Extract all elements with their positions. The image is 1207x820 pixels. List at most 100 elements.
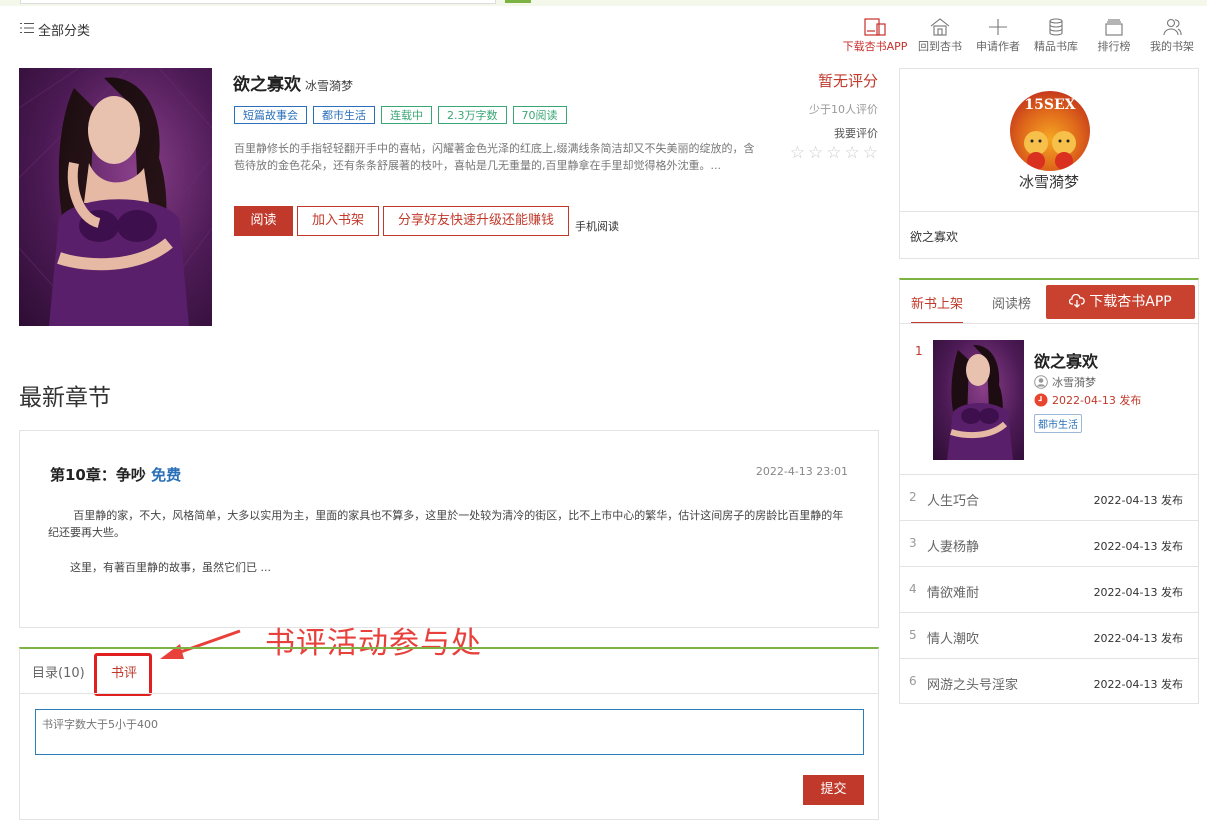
- author-book-link[interactable]: 欲之寡欢: [910, 228, 958, 245]
- tab-catalog[interactable]: 目录(10): [32, 662, 85, 681]
- rank-item-date: 2022-04-13 发布: [1093, 586, 1183, 599]
- rank-book-author: 冰雪漪梦: [1034, 374, 1096, 390]
- rank-list-item[interactable]: 3 人妻杨静 2022-04-13 发布: [900, 520, 1198, 566]
- home-icon: [930, 18, 950, 36]
- catalog-review-panel: 目录(10) 书评 提交: [19, 647, 879, 820]
- clock-icon: [1034, 393, 1048, 407]
- category-menu-label: 全部分类: [38, 24, 91, 39]
- rank-item-title: 人妻杨静: [927, 540, 980, 555]
- rank-number: 4: [909, 582, 917, 596]
- tag-category[interactable]: 短篇故事会: [234, 106, 307, 124]
- rank-number: 6: [909, 674, 917, 688]
- rank-item-date: 2022-04-13 发布: [1093, 678, 1183, 691]
- rank-book-title[interactable]: 欲之寡欢: [1034, 348, 1098, 372]
- submit-review-button[interactable]: 提交: [803, 775, 864, 805]
- nav-home[interactable]: 回到杏书: [911, 18, 969, 54]
- latest-chapters-heading: 最新章节: [19, 385, 111, 411]
- rank-item-title: 情人潮吹: [927, 632, 980, 647]
- book-description: 百里静修长的手指轻轻翻开手中的喜帖，闪耀著金色光泽的红底上,缀满线条简洁却又不失…: [234, 142, 755, 172]
- tag-genre[interactable]: 都市生活: [313, 106, 375, 124]
- rank-book-cover[interactable]: [933, 340, 1024, 460]
- nav-home-label: 回到杏书: [918, 40, 962, 53]
- rate-link[interactable]: 我要评价: [790, 125, 878, 141]
- star-icon[interactable]: ☆: [845, 145, 860, 162]
- menu-list-icon: [20, 22, 34, 38]
- nav-download-app-label: 下载杏书APP: [842, 40, 908, 53]
- annotation-highlight-box: [94, 653, 152, 696]
- share-button[interactable]: 分享好友快速升级还能赚钱: [383, 206, 570, 236]
- download-app-label: 下载杏书APP: [1089, 294, 1172, 310]
- nav-apply-author[interactable]: 申请作者: [969, 18, 1027, 54]
- divider: [900, 323, 1198, 324]
- cloud-download-icon: [1069, 293, 1086, 308]
- author-avatar[interactable]: 15SEX: [1010, 91, 1090, 171]
- rank-list-item[interactable]: 4 情欲难耐 2022-04-13 发布: [900, 566, 1198, 612]
- nav-library[interactable]: 精品书库: [1027, 18, 1085, 54]
- rank-item-date: 2022-04-13 发布: [1093, 494, 1183, 507]
- users-icon: [1163, 18, 1182, 36]
- plus-icon: [989, 19, 1007, 35]
- nav-bookshelf[interactable]: 我的书架: [1143, 18, 1201, 54]
- book-actions: 阅读 加入书架 分享好友快速升级还能赚钱 手机阅读: [234, 206, 619, 236]
- review-input[interactable]: [35, 709, 864, 755]
- tablet-icon: [864, 18, 886, 36]
- chapter-excerpt: 百里静的家，不大，风格简单，大多以实用为主，里面的家具也不算多，这里於一处较为清…: [48, 507, 848, 594]
- nav-ranking[interactable]: 排行榜: [1085, 18, 1143, 54]
- rating-count: 少于10人评价: [809, 103, 878, 116]
- chapter-paragraph: 这里，有著百里静的故事，虽然它们已 ...: [70, 561, 271, 574]
- rating-panel: 暂无评分 少于10人评价 我要评价 ☆ ☆ ☆ ☆ ☆: [790, 70, 878, 162]
- chapter-title[interactable]: 第10章：争吵 免费: [50, 464, 181, 485]
- chapter-time: 2022-4-13 23:01: [755, 465, 848, 478]
- search-button[interactable]: [505, 0, 531, 3]
- rating-stars: ☆ ☆ ☆ ☆ ☆: [790, 145, 878, 162]
- star-icon[interactable]: ☆: [826, 145, 841, 162]
- tab-new-books[interactable]: 新书上架: [911, 293, 964, 324]
- author-name[interactable]: 冰雪漪梦: [900, 171, 1198, 192]
- rank-item-title: 人生巧合: [927, 494, 980, 509]
- rank-list-item[interactable]: 2 人生巧合 2022-04-13 发布: [900, 474, 1198, 520]
- book-title: 欲之寡欢 冰雪漪梦: [233, 70, 353, 95]
- rank-list-item[interactable]: 5 情人潮吹 2022-04-13 发布: [900, 612, 1198, 658]
- nav-library-label: 精品书库: [1034, 40, 1078, 53]
- user-icon: [1034, 375, 1048, 389]
- book-cover-image[interactable]: [19, 68, 212, 326]
- star-icon[interactable]: ☆: [863, 145, 878, 162]
- new-books-ranking: 新书上架 阅读榜 下载杏书APP 1 欲之寡欢 冰雪漪梦 2022-04-13 …: [899, 278, 1199, 704]
- rank-book-tag[interactable]: 都市生活: [1034, 414, 1082, 433]
- rank-book-date: 2022-04-13 发布: [1034, 392, 1141, 408]
- rank-book-date-text: 2022-04-13 发布: [1052, 394, 1142, 407]
- star-icon[interactable]: ☆: [808, 145, 823, 162]
- tab-read-ranking[interactable]: 阅读榜: [992, 293, 1031, 312]
- author-card: 15SEX 冰雪漪梦 欲之寡欢: [899, 68, 1199, 259]
- rank-number: 3: [909, 536, 917, 550]
- book-tags: 短篇故事会 都市生活 连载中 2.3万字数 70阅读: [234, 106, 567, 124]
- add-to-shelf-button[interactable]: 加入书架: [297, 206, 380, 236]
- rank-number: 5: [909, 628, 917, 642]
- rank-number: 2: [909, 490, 917, 504]
- read-button[interactable]: 阅读: [234, 206, 293, 236]
- star-icon[interactable]: ☆: [790, 145, 805, 162]
- nav-download-app[interactable]: 下载杏书APP: [839, 18, 911, 54]
- divider: [20, 693, 878, 694]
- nav-bookshelf-label: 我的书架: [1150, 40, 1194, 53]
- rank-list-item[interactable]: 6 网游之头号淫家 2022-04-13 发布: [900, 658, 1198, 704]
- divider: [900, 211, 1198, 212]
- top-search-strip: [0, 0, 1207, 6]
- rank-item-title: 网游之头号淫家: [927, 678, 1019, 693]
- chapter-title-text: 第10章：争吵: [50, 466, 146, 484]
- box-icon: [1105, 19, 1123, 36]
- tag-read-count: 70阅读: [512, 106, 567, 124]
- rank-number: 1: [915, 344, 923, 358]
- mobile-read-link[interactable]: 手机阅读: [575, 218, 619, 236]
- search-input[interactable]: [20, 0, 496, 4]
- nav-apply-author-label: 申请作者: [976, 40, 1020, 53]
- rank-item-title: 情欲难耐: [927, 586, 980, 601]
- download-app-button[interactable]: 下载杏书APP: [1046, 285, 1195, 319]
- tag-status: 连载中: [381, 106, 432, 124]
- category-menu[interactable]: 全部分类: [20, 20, 90, 39]
- nav-ranking-label: 排行榜: [1097, 40, 1131, 53]
- rating-score: 暂无评分: [817, 72, 878, 90]
- latest-chapter-box: 第10章：争吵 免费 2022-4-13 23:01 百里静的家，不大，风格简单…: [19, 430, 879, 628]
- top-nav: 下载杏书APP 回到杏书 申请作者 精品书库 排行榜 我的书架: [839, 18, 1201, 54]
- book-author[interactable]: 冰雪漪梦: [305, 79, 353, 93]
